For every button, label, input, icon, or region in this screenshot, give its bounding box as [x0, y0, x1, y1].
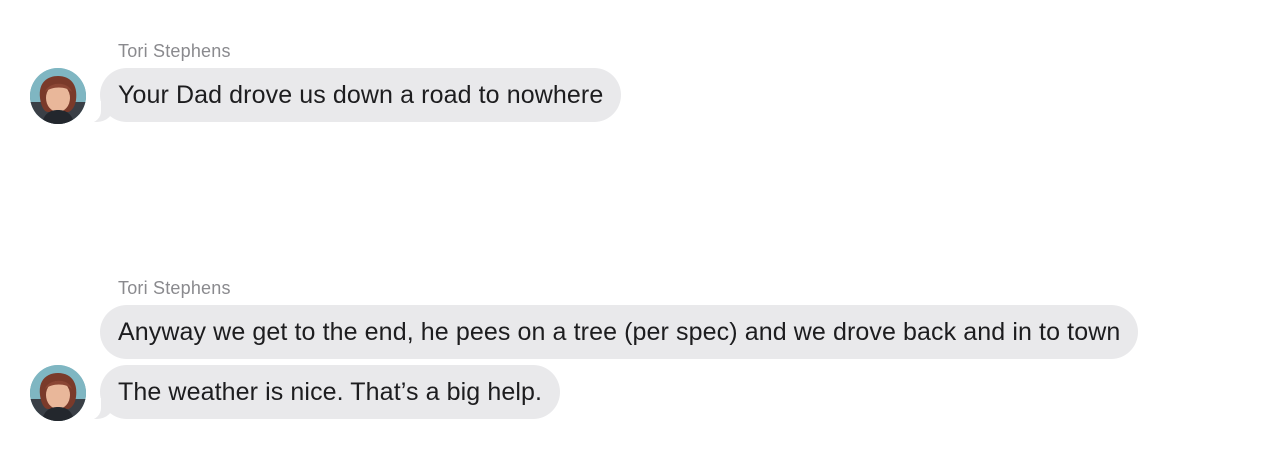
message-bubble[interactable]: Anyway we get to the end, he pees on a t… — [100, 305, 1139, 359]
person-avatar-icon[interactable] — [30, 68, 86, 124]
sender-name: Tori Stephens — [118, 41, 231, 61]
message-thread: Tori Stephens Your Dad drove us down a r… — [0, 0, 1264, 462]
person-avatar-icon[interactable] — [30, 365, 86, 421]
sender-name: Tori Stephens — [118, 278, 231, 298]
message-bubble[interactable]: The weather is nice. That’s a big help. — [87, 365, 561, 420]
message-bubble[interactable]: Your Dad drove us down a road to nowhere — [87, 68, 622, 123]
